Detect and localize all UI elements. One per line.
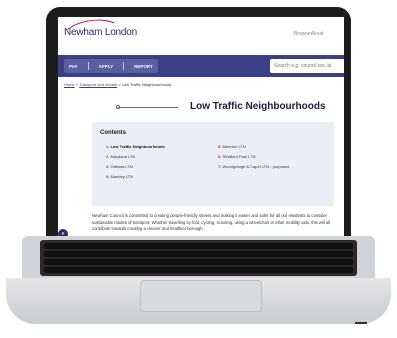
breadcrumb-separator: > (75, 82, 79, 87)
contents-item[interactable]: 5. Atherton LTN (218, 144, 289, 154)
newham-logo[interactable]: Newham London (64, 27, 137, 38)
key-row (44, 251, 353, 257)
key-row (44, 243, 353, 249)
intro-paragraph: Newham Council is committed to creating … (92, 213, 331, 231)
breadcrumb-current: Low Traffic Neighbourhoods (121, 82, 172, 87)
contents-column-right: 5. Atherton LTN 6. Stratford Park LTN 7.… (218, 144, 289, 174)
laptop-screen: Newham London BrowseAloud PAY APPLY REPO… (58, 17, 344, 237)
nav-divider (123, 62, 125, 70)
nav-pay[interactable]: PAY (69, 64, 78, 69)
status-led (355, 322, 367, 324)
keyboard (40, 240, 357, 276)
contents-item[interactable]: 6. Stratford Park LTN (218, 154, 289, 164)
search-input[interactable]: Search e.g. council tax, bi (270, 59, 344, 73)
breadcrumb-home[interactable]: Home (64, 82, 75, 87)
contents-item[interactable]: 4. Manbey LTN (106, 174, 165, 184)
contents-item[interactable]: 7. Woodgrange & Capel LTN - proposed (218, 164, 289, 174)
key-row (44, 267, 353, 273)
breadcrumb-transport[interactable]: Transport and streets (79, 82, 117, 87)
quick-actions: PAY APPLY REPORT (64, 59, 158, 73)
browsealoud-link[interactable]: BrowseAloud (294, 31, 323, 37)
title-decoration-line (118, 107, 178, 108)
contents-column-left: 1. Low Traffic Neighbourhoods 2. Marylan… (106, 144, 165, 184)
page-title: Low Traffic Neighbourhoods (190, 101, 326, 112)
main-nav: PAY APPLY REPORT Search e.g. council tax… (58, 55, 344, 77)
breadcrumb-separator: > (118, 82, 121, 87)
site-header: Newham London BrowseAloud (58, 17, 344, 55)
contents-title: Contents (100, 130, 126, 136)
nav-apply[interactable]: APPLY (99, 64, 114, 69)
key-row (44, 259, 353, 265)
contents-item[interactable]: 2. Maryland LTN (106, 154, 165, 164)
trackpad (140, 280, 262, 312)
breadcrumb: Home > Transport and streets > Low Traff… (64, 82, 171, 87)
contents-item[interactable]: 1. Low Traffic Neighbourhoods (106, 144, 165, 154)
nav-report[interactable]: REPORT (134, 64, 153, 69)
contents-item[interactable]: 3. Odessa LTN (106, 164, 165, 174)
nav-divider (87, 62, 89, 70)
contents-box: Contents 1. Low Traffic Neighbourhoods 2… (92, 122, 334, 206)
